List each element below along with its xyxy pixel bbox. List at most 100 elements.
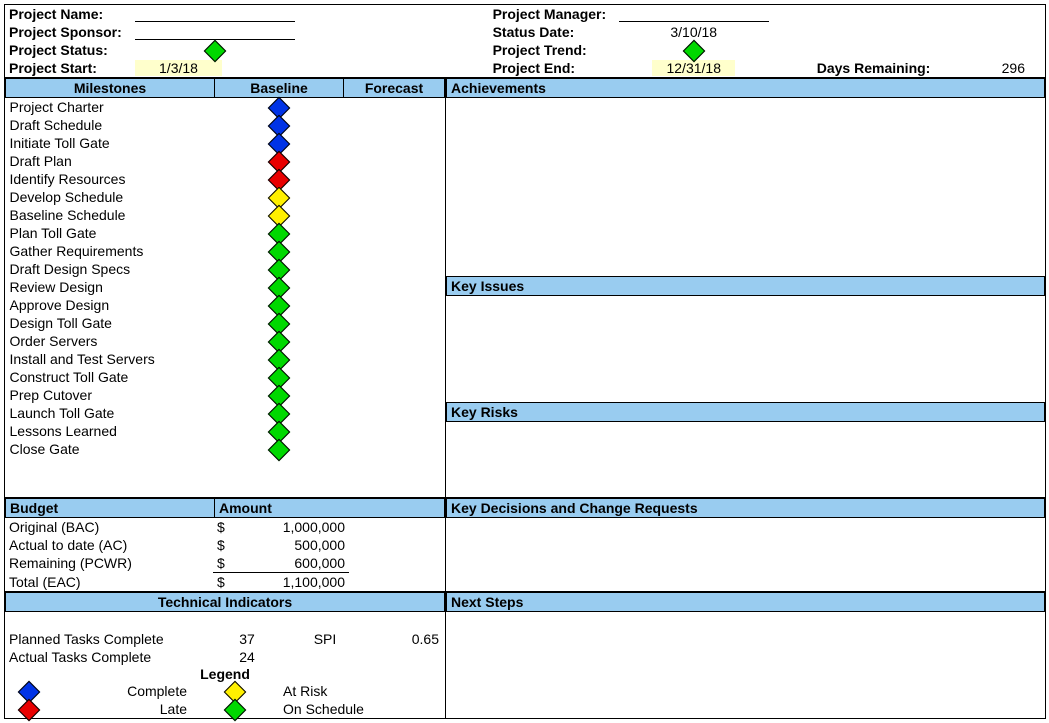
val-project-name [135,7,295,22]
milestones-panel: Milestones Baseline Forecast Project Cha… [5,78,445,497]
milestone-row: Draft Plan [6,152,445,170]
sec-key-issues: Key Issues [446,276,1045,296]
milestone-row: Plan Toll Gate [6,224,445,242]
milestone-name: Close Gate [6,440,215,458]
budget-row: Original (BAC)$1,000,000 [5,518,445,536]
legend-yellow: At Risk [279,682,445,700]
budget-row: Actual to date (AC)$500,000 [5,536,445,554]
lbl-project-end: Project End: [489,59,615,78]
milestone-name: Project Charter [6,98,215,117]
milestone-name: Design Toll Gate [6,314,215,332]
lbl-actual: Actual Tasks Complete [5,648,213,666]
milestone-row: Identify Resources [6,170,445,188]
val-spi: 0.65 [369,630,445,648]
project-status-report: Project Name: Project Manager: Project S… [4,4,1046,719]
milestone-name: Construct Toll Gate [6,368,215,386]
milestone-row: Develop Schedule [6,188,445,206]
budget-amount: 1,100,000 [241,573,349,592]
val-actual: 24 [213,648,281,666]
milestone-name: Develop Schedule [6,188,215,206]
legend-table: Complete At Risk Late On Schedule [5,682,445,718]
val-project-sponsor [135,25,295,40]
milestone-name: Install and Test Servers [6,350,215,368]
milestone-row: Construct Toll Gate [6,368,445,386]
legend-green: On Schedule [279,700,445,718]
milestone-name: Draft Design Specs [6,260,215,278]
budget-label: Actual to date (AC) [5,536,213,554]
lbl-project-start: Project Start: [5,59,131,78]
milestone-row: Review Design [6,278,445,296]
budget-currency: $ [213,536,241,554]
milestone-name: Baseline Schedule [6,206,215,224]
milestone-row: Prep Cutover [6,386,445,404]
sec-next-steps: Next Steps [446,592,1045,612]
legend-red-icon [18,698,41,721]
sec-key-risks: Key Risks [446,402,1045,422]
budget-row: Remaining (PCWR)$600,000 [5,554,445,573]
milestone-row: Launch Toll Gate [6,404,445,422]
milestone-row: Draft Design Specs [6,260,445,278]
val-planned: 37 [213,630,281,648]
legend-red: Late [53,700,191,718]
budget-currency: $ [213,554,241,573]
lbl-status-date: Status Date: [489,23,615,41]
milestone-name: Lessons Learned [6,422,215,440]
lbl-spi: SPI [281,630,369,648]
milestone-name: Order Servers [6,332,215,350]
milestone-row: Project Charter [6,98,445,117]
lbl-project-sponsor: Project Sponsor: [5,23,131,41]
milestone-row: Close Gate [6,440,445,458]
milestone-name: Identify Resources [6,170,215,188]
milestone-row: Order Servers [6,332,445,350]
budget-body-row: Original (BAC)$1,000,000Actual to date (… [5,518,1045,591]
milestone-row: Draft Schedule [6,116,445,134]
legend-green-icon [224,698,247,721]
h-milestones: Milestones [6,79,215,98]
milestone-row: Install and Test Servers [6,350,445,368]
lbl-planned: Planned Tasks Complete [5,630,213,648]
h-technical: Technical Indicators [5,592,445,612]
milestone-row: Design Toll Gate [6,314,445,332]
budget-label: Original (BAC) [5,518,213,536]
box-key-risks [446,422,1045,497]
val-status-date: 3/10/18 [615,23,773,41]
lbl-project-status: Project Status: [5,41,131,59]
milestone-row: Gather Requirements [6,242,445,260]
main-row: Milestones Baseline Forecast Project Cha… [5,78,1045,497]
budget-label: Total (EAC) [5,573,213,592]
milestone-row: Lessons Learned [6,422,445,440]
milestone-name: Initiate Toll Gate [6,134,215,152]
lbl-project-trend: Project Trend: [489,41,615,59]
lbl-project-name: Project Name: [5,5,131,23]
milestone-name: Plan Toll Gate [6,224,215,242]
milestone-row: Baseline Schedule [6,206,445,224]
val-project-manager [619,7,769,22]
box-achievements [446,98,1045,276]
milestone-name: Launch Toll Gate [6,404,215,422]
milestone-name: Prep Cutover [6,386,215,404]
box-next-steps [446,612,1045,708]
sec-key-decisions: Key Decisions and Change Requests [446,498,1045,518]
lbl-project-manager: Project Manager: [489,5,615,23]
val-days-remaining: 296 [934,59,1045,78]
tech-row: Technical Indicators Planned Tasks Compl… [5,591,1045,718]
milestone-status-icon [268,438,291,461]
status-diamond-icon [204,39,227,62]
milestone-name: Draft Plan [6,152,215,170]
box-key-issues [446,296,1045,402]
right-panels: Achievements Key Issues Key Risks [445,78,1045,497]
budget-amount: 1,000,000 [241,518,349,536]
budget-currency: $ [213,518,241,536]
milestone-name: Approve Design [6,296,215,314]
h-forecast: Forecast [344,79,445,98]
milestone-name: Draft Schedule [6,116,215,134]
header-table: Project Name: Project Manager: Project S… [5,5,1045,78]
h-baseline: Baseline [215,79,344,98]
budget-row: Total (EAC)$1,100,000 [5,573,445,592]
budget-label: Remaining (PCWR) [5,554,213,573]
budget-header-row: Budget Amount Key Decisions and Change R… [5,497,1045,518]
budget-currency: $ [213,573,241,592]
milestone-name: Review Design [6,278,215,296]
milestone-row: Approve Design [6,296,445,314]
budget-amount: 500,000 [241,536,349,554]
